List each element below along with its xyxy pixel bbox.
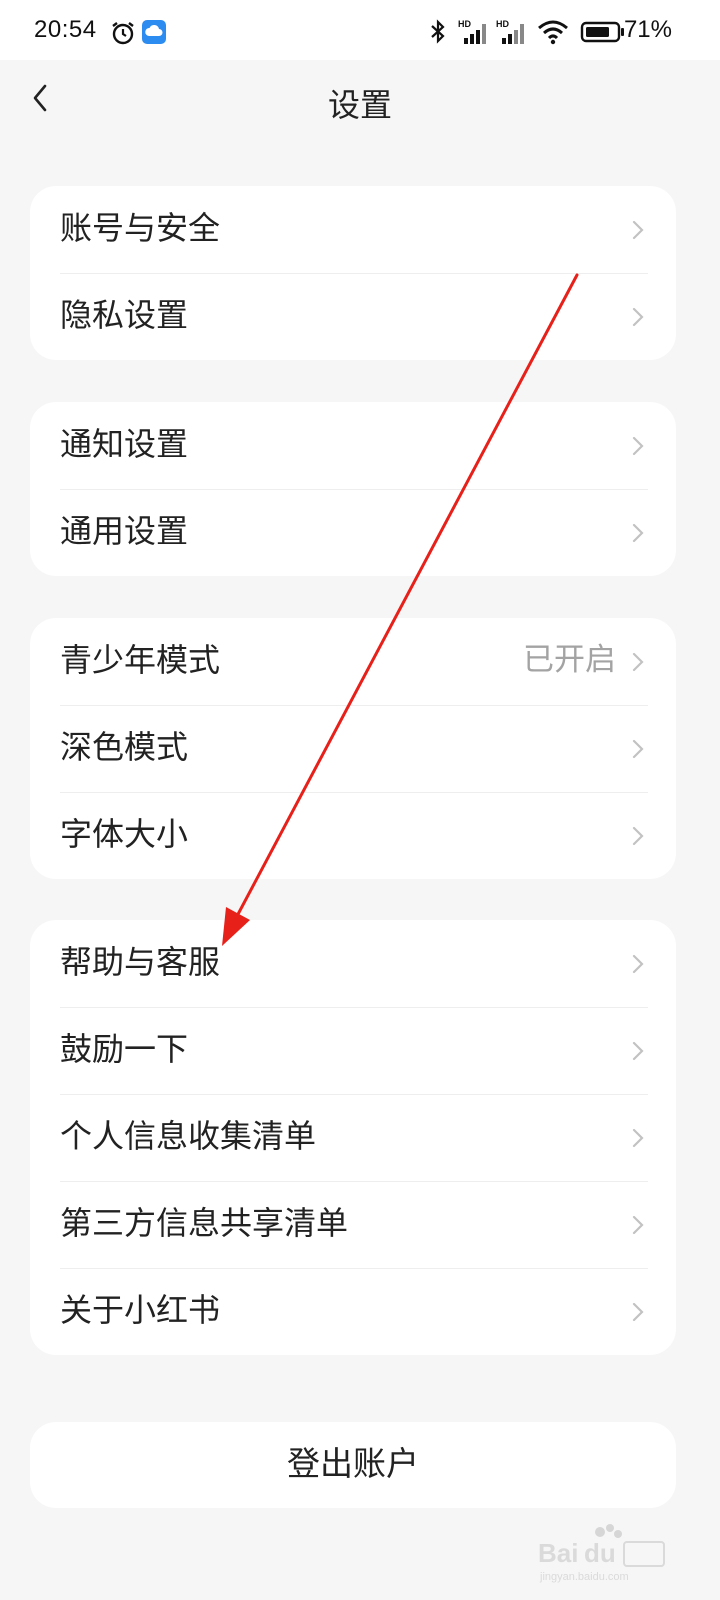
cloud-icon [142, 20, 166, 44]
svg-text:HD: HD [496, 19, 509, 29]
row-label: 账号与安全 [60, 209, 221, 247]
row-label: 通知设置 [60, 425, 189, 463]
settings-row-account-security[interactable]: 账号与安全 [30, 186, 676, 273]
svg-text:HD: HD [458, 19, 471, 29]
logout-button[interactable]: 登出账户 [30, 1422, 676, 1508]
chevron-right-icon [632, 652, 644, 672]
row-label: 隐私设置 [60, 296, 189, 334]
svg-text:du: du [584, 1538, 616, 1568]
chevron-right-icon [632, 523, 644, 543]
row-label: 深色模式 [60, 728, 189, 766]
bluetooth-icon [431, 19, 445, 44]
chevron-right-icon [632, 739, 644, 759]
chevron-right-icon [632, 1302, 644, 1322]
settings-row-dark-mode[interactable]: 深色模式 [30, 705, 676, 792]
chevron-right-icon [632, 826, 644, 846]
settings-group-display: 青少年模式 已开启 深色模式 字体大小 [30, 618, 676, 879]
settings-row-encourage[interactable]: 鼓励一下 [30, 1007, 676, 1094]
battery-icon [580, 21, 624, 43]
chevron-right-icon [632, 954, 644, 974]
settings-row-personal-info-list[interactable]: 个人信息收集清单 [30, 1094, 676, 1181]
row-label: 关于小红书 [60, 1291, 221, 1329]
row-label: 个人信息收集清单 [60, 1117, 317, 1155]
settings-group-general: 通知设置 通用设置 [30, 402, 676, 576]
teen-mode-status: 已开启 [523, 642, 616, 678]
settings-group-account: 账号与安全 隐私设置 [30, 186, 676, 360]
settings-row-notifications[interactable]: 通知设置 [30, 402, 676, 489]
chevron-right-icon [632, 1128, 644, 1148]
status-time: 20:54 [34, 16, 97, 43]
logout-label: 登出账户 [287, 1444, 419, 1483]
signal-icon: HD [458, 19, 486, 44]
settings-row-third-party-list[interactable]: 第三方信息共享清单 [30, 1181, 676, 1268]
row-label: 帮助与客服 [60, 943, 221, 981]
chevron-right-icon [632, 1041, 644, 1061]
signal-icon: HD [496, 19, 524, 44]
row-label: 第三方信息共享清单 [60, 1204, 349, 1242]
settings-row-font-size[interactable]: 字体大小 [30, 792, 676, 879]
row-label: 通用设置 [60, 512, 189, 550]
settings-group-about: 帮助与客服 鼓励一下 个人信息收集清单 第三方信息共享清单 关于小红书 [30, 920, 676, 1355]
wifi-icon [538, 20, 568, 45]
status-bar: 20:54 HD HD 71% [0, 0, 720, 60]
row-label: 青少年模式 [60, 641, 221, 679]
watermark-logo: Bai du jingyan.baidu.com [538, 1524, 665, 1583]
chevron-right-icon [632, 436, 644, 456]
row-label: 鼓励一下 [60, 1030, 189, 1068]
settings-row-help-support[interactable]: 帮助与客服 [30, 920, 676, 1007]
nav-bar: 设置 [0, 60, 720, 140]
svg-text:Bai: Bai [538, 1538, 578, 1568]
settings-row-privacy[interactable]: 隐私设置 [30, 273, 676, 360]
settings-row-about[interactable]: 关于小红书 [30, 1268, 676, 1355]
row-label: 字体大小 [60, 815, 189, 853]
chevron-right-icon [632, 220, 644, 240]
alarm-icon [112, 22, 134, 45]
settings-row-general[interactable]: 通用设置 [30, 489, 676, 576]
chevron-right-icon [632, 307, 644, 327]
settings-row-teen-mode[interactable]: 青少年模式 已开启 [30, 618, 676, 705]
battery-percent: 71% [623, 16, 672, 43]
page-title: 设置 [327, 86, 392, 124]
chevron-right-icon [632, 1215, 644, 1235]
svg-text:jingyan.baidu.com: jingyan.baidu.com [539, 1571, 629, 1583]
